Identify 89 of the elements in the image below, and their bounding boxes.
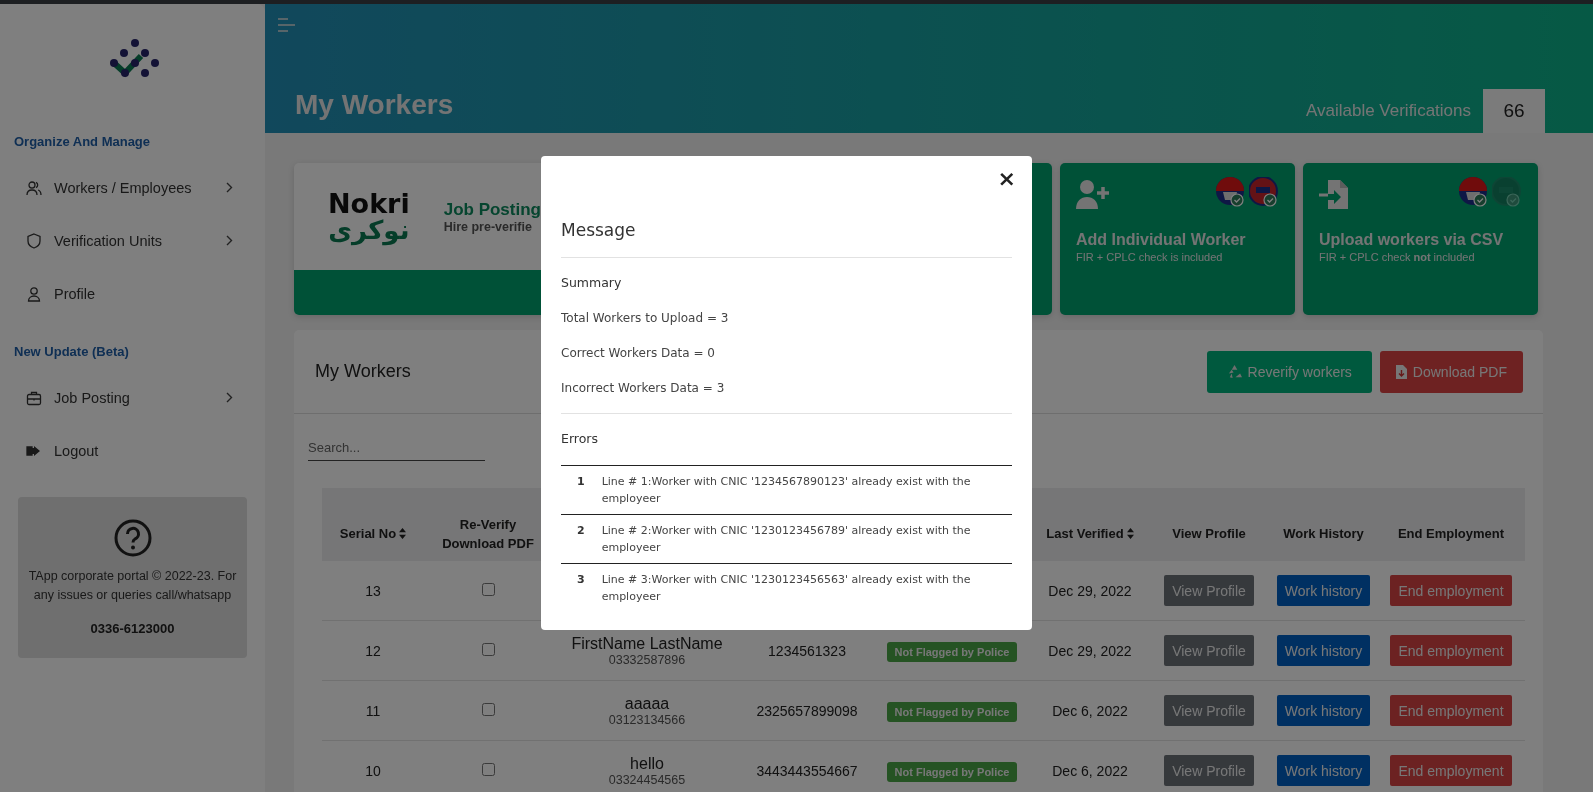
verification-count: 66 bbox=[1483, 89, 1545, 133]
view-profile-button[interactable]: View Profile bbox=[1164, 695, 1254, 726]
row-checkbox[interactable] bbox=[481, 702, 495, 716]
column-header[interactable]: Serial No bbox=[339, 506, 407, 543]
worker-name: aaaaa bbox=[623, 694, 671, 713]
error-number: 3 bbox=[577, 572, 585, 586]
section-heading: New Update (Beta) bbox=[13, 344, 130, 359]
shield-icon bbox=[26, 232, 42, 249]
reverify-button[interactable]: Reverify workers bbox=[1206, 350, 1372, 393]
view-profile-button[interactable]: View Profile bbox=[1164, 575, 1254, 606]
help-text: TApp corporate portal © 2022-23. For any issues or queries call/whatsapp bbox=[28, 568, 237, 604]
user-icon bbox=[26, 285, 42, 302]
dialog-title: Message bbox=[561, 220, 1012, 258]
date-text: Dec 6, 2022 bbox=[1052, 702, 1128, 719]
summary-line: Correct Workers Data = 0 bbox=[561, 346, 716, 360]
serial-number: 11 bbox=[365, 702, 381, 719]
status-badge: Not Flagged by Police bbox=[886, 641, 1018, 662]
file-download-icon bbox=[1395, 364, 1407, 379]
cnic-number: 1234561323 bbox=[768, 642, 846, 659]
question-icon bbox=[113, 519, 152, 557]
nav-item[interactable]: Workers / Employees bbox=[0, 161, 265, 214]
nav-item[interactable]: Job Posting bbox=[0, 371, 265, 424]
view-profile-button[interactable]: View Profile bbox=[1164, 755, 1254, 786]
status-badge: Not Flagged by Police bbox=[886, 761, 1018, 782]
work-history-button[interactable]: Work history bbox=[1276, 635, 1371, 666]
end-employment-button[interactable]: End employment bbox=[1390, 695, 1512, 726]
search-field[interactable]: Search... bbox=[308, 434, 485, 461]
column-header: Work History bbox=[1283, 525, 1364, 543]
users-icon bbox=[26, 179, 42, 196]
end-employment-button[interactable]: End employment bbox=[1390, 575, 1512, 606]
menu-icon[interactable] bbox=[278, 18, 296, 32]
cnic-number: 2325657899098 bbox=[756, 702, 858, 719]
error-message: Line # 2:Worker with CNIC '1230123456789' already exist with the employeer bbox=[601, 523, 972, 556]
logo-icon bbox=[108, 38, 161, 80]
nav-item[interactable]: Logout bbox=[0, 424, 265, 477]
panel-title: My Workers bbox=[315, 361, 411, 382]
error-number: 2 bbox=[577, 523, 585, 537]
date-text: Dec 29, 2022 bbox=[1048, 582, 1132, 599]
end-employment-button[interactable]: End employment bbox=[1390, 755, 1512, 786]
phone-number: 0336-6123000 bbox=[90, 621, 175, 636]
worker-phone: 03123134566 bbox=[607, 712, 687, 727]
date-text: Dec 29, 2022 bbox=[1048, 642, 1132, 659]
end-employment-button[interactable]: End employment bbox=[1390, 635, 1512, 666]
card-note: FIR + CPLC check is included bbox=[1076, 251, 1224, 263]
nav-item[interactable]: Profile bbox=[0, 267, 265, 320]
briefcase-icon bbox=[26, 389, 42, 406]
card-note: FIR + CPLC check not included bbox=[1319, 251, 1476, 263]
column-header: Re-Verify Download PDF bbox=[441, 515, 535, 553]
row-checkbox[interactable] bbox=[481, 642, 495, 656]
work-history-button[interactable]: Work history bbox=[1276, 695, 1371, 726]
work-history-button[interactable]: Work history bbox=[1276, 575, 1371, 606]
error-number: 1 bbox=[577, 474, 585, 488]
logo-text: Nokri bbox=[328, 190, 410, 217]
status-badge: Not Flagged by Police bbox=[886, 701, 1018, 722]
action-card[interactable]: Upload workers via CSV FIR + CPLC check not included bbox=[1303, 163, 1538, 315]
file-import-icon bbox=[1319, 180, 1348, 209]
action-card[interactable]: Add Individual Worker FIR + CPLC check is included bbox=[1060, 163, 1295, 315]
section-heading: Errors bbox=[561, 431, 599, 446]
cnic-number: 3443443554667 bbox=[756, 762, 858, 779]
summary-line: Incorrect Workers Data = 3 bbox=[561, 381, 726, 395]
worker-phone: 03332587896 bbox=[607, 652, 687, 667]
card-title: Job Posting bbox=[443, 199, 541, 220]
error-message: Line # 1:Worker with CNIC '1234567890123' already exist with the employeer bbox=[601, 474, 972, 507]
section-heading: Organize And Manage bbox=[13, 134, 152, 149]
close-button[interactable]: × bbox=[995, 168, 1018, 190]
worker-name: hello bbox=[629, 754, 665, 773]
card-title: Upload workers via CSV bbox=[1319, 231, 1505, 249]
column-header: View Profile bbox=[1172, 525, 1246, 543]
date-text: Dec 6, 2022 bbox=[1052, 762, 1128, 779]
card-subtitle: Hire pre-verifie bbox=[443, 219, 533, 234]
column-header[interactable]: Last Verified bbox=[1046, 506, 1134, 543]
column-header: End Employment bbox=[1397, 525, 1505, 543]
serial-number: 13 bbox=[365, 582, 381, 599]
row-checkbox[interactable] bbox=[481, 582, 495, 596]
worker-name: FirstName LastName bbox=[570, 634, 724, 653]
page-title: My Workers bbox=[295, 89, 454, 121]
card-title: Add Individual Worker bbox=[1076, 231, 1247, 249]
worker-phone: 03324454565 bbox=[607, 772, 687, 787]
download-pdf-button[interactable]: Download PDF bbox=[1379, 350, 1523, 393]
available-verifications-label: Available Verifications bbox=[1305, 101, 1471, 121]
serial-number: 12 bbox=[365, 642, 381, 659]
section-heading: Summary bbox=[561, 275, 623, 290]
serial-number: 10 bbox=[365, 762, 381, 779]
error-message: Line # 3:Worker with CNIC '1230123456563' already exist with the employeer bbox=[601, 572, 972, 605]
view-profile-button[interactable]: View Profile bbox=[1164, 635, 1254, 666]
add-user-icon bbox=[1076, 180, 1110, 209]
nav-item[interactable]: Verification Units bbox=[0, 214, 265, 267]
work-history-button[interactable]: Work history bbox=[1276, 755, 1371, 786]
row-checkbox[interactable] bbox=[481, 762, 495, 776]
